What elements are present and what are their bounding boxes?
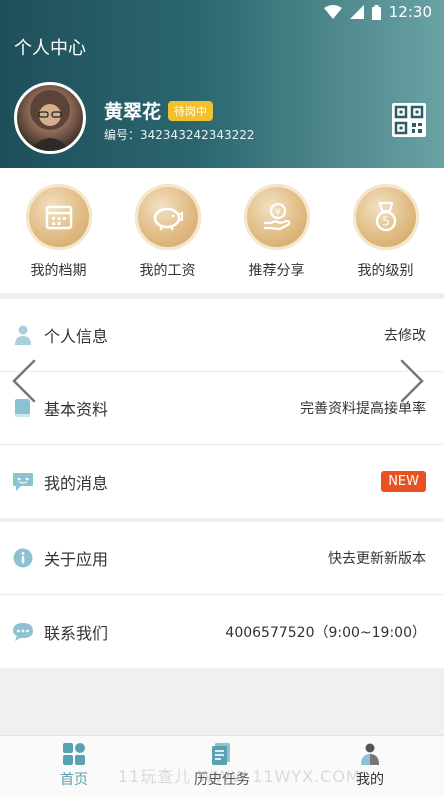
chat-icon [12,621,34,643]
user-id-label: 编号： [104,128,141,142]
calendar-icon [25,184,92,250]
profile-header: 12:30 个人中心 黄翠花 待岗中 编号：342343242343222 [0,0,444,168]
battery-icon [371,4,381,20]
shortcut-level[interactable]: 5 我的级别 [336,168,436,293]
piggy-bank-icon [134,184,201,250]
hand-coin-icon: ¥ [243,184,310,250]
menu-row-value: 快去更新新版本 [328,551,426,567]
next-arrow-icon[interactable] [398,358,428,404]
svg-text:5: 5 [382,215,390,229]
page-title: 个人中心 [14,38,86,59]
menu-row-about[interactable]: 关于应用 快去更新新版本 [0,522,444,595]
shortcut-bar: 我的档期 我的工资 ¥ 推荐分享 5 我的级别 [0,168,444,293]
document-icon [212,743,230,765]
menu-row-value: 4006577520（9:00~19:00） [225,624,426,641]
menu-row-personal-info[interactable]: 个人信息 去修改 [0,299,444,372]
avatar-image [29,90,71,151]
info-icon [12,547,34,569]
user-id-value: 342343242343222 [140,128,255,142]
avatar[interactable] [14,82,86,154]
person-icon [12,324,34,346]
wifi-icon [323,5,342,19]
user-name: 黄翠花 [104,101,162,123]
menu-row-messages[interactable]: 我的消息 NEW [0,445,444,518]
menu-row-contact[interactable]: 联系我们 4006577520（9:00~19:00） [0,595,444,668]
menu-row-label: 我的消息 [44,473,109,493]
user-icon [361,743,379,765]
menu-row-label: 基本资料 [44,400,109,419]
message-icon [12,471,34,493]
shortcut-label: 推荐分享 [248,263,305,279]
shortcut-label: 我的级别 [357,263,414,279]
shortcut-schedule[interactable]: 我的档期 [9,168,109,293]
svg-text:¥: ¥ [274,207,280,218]
status-badge: 待岗中 [168,101,213,121]
tab-label: 首页 [60,772,88,788]
watermark: 11玩查儿 WWW.11WYX.COM [118,767,361,786]
user-id: 编号：342343242343222 [104,126,255,143]
menu-row-label: 联系我们 [44,623,109,643]
previous-arrow-icon[interactable] [8,358,38,404]
home-grid-icon [63,743,85,765]
menu-row-basic-info[interactable]: 基本资料 完善资料提高接单率 [0,372,444,445]
menu-row-label: 个人信息 [44,327,109,346]
qr-code-icon[interactable] [392,103,426,137]
signal-icon [349,5,364,19]
status-bar: 12:30 [323,0,444,24]
shortcut-label: 我的档期 [30,263,87,279]
menu-row-value: 去修改 [384,328,426,344]
menu-group-app: 关于应用 快去更新新版本 联系我们 4006577520（9:00~19:00） [0,522,444,668]
new-badge: NEW [381,471,426,492]
shortcut-label: 我的工资 [139,263,196,279]
shortcut-salary[interactable]: 我的工资 [118,168,218,293]
status-time: 12:30 [388,3,432,21]
menu-group-profile: 个人信息 去修改 基本资料 完善资料提高接单率 我的消息 NEW [0,299,444,518]
menu-row-label: 关于应用 [44,550,109,569]
shortcut-share[interactable]: ¥ 推荐分享 [227,168,327,293]
medal-icon: 5 [352,184,419,250]
